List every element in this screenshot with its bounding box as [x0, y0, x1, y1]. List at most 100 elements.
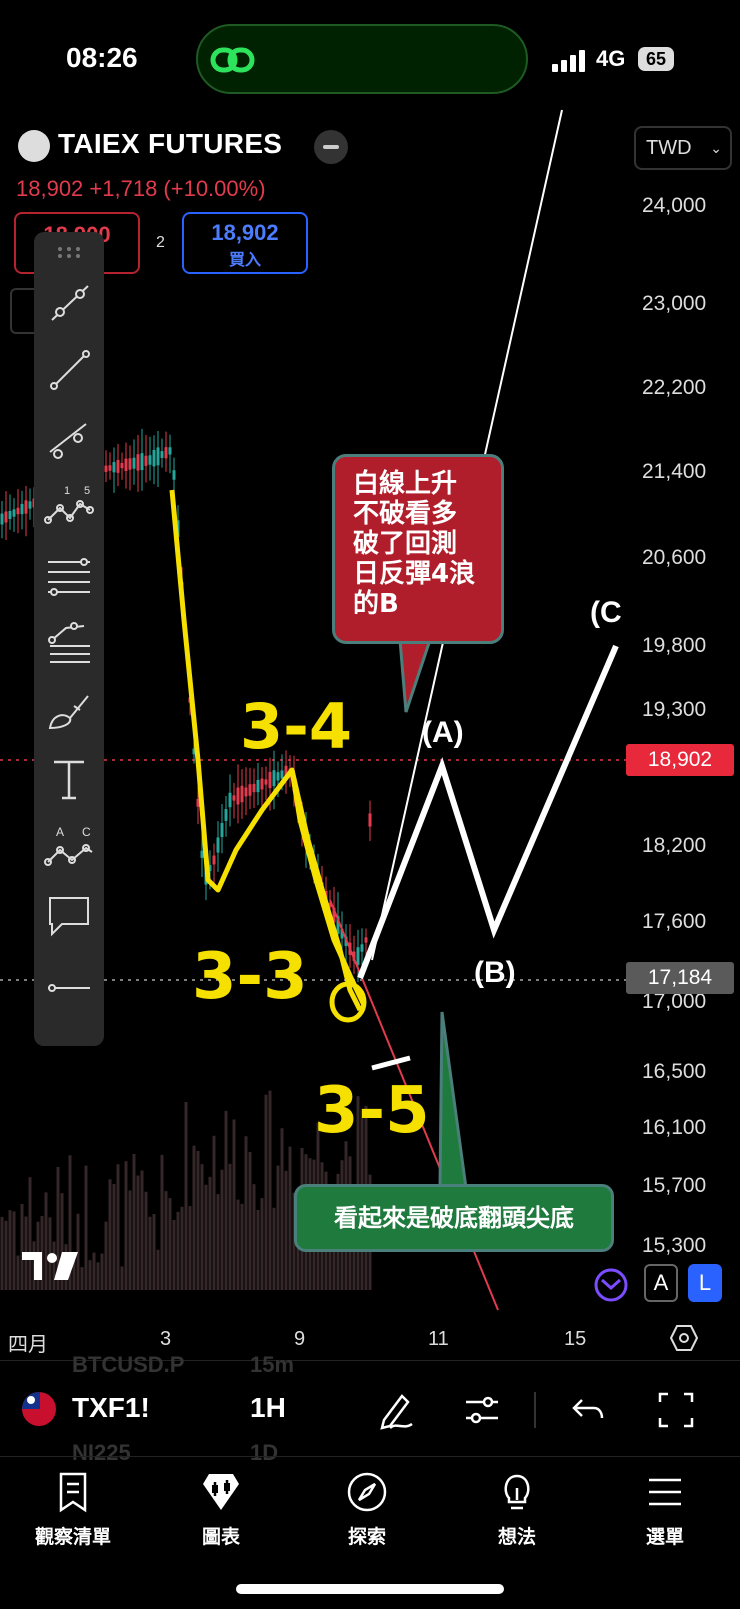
- trendline-tool-icon[interactable]: [44, 278, 94, 328]
- buy-button[interactable]: 18,902 買入: [182, 212, 308, 274]
- annotation-text: 白線上升 不破看多 破了回測 日反彈4浪 的B: [353, 469, 476, 619]
- symbol-name[interactable]: TAIEX FUTURES: [58, 128, 282, 160]
- compare-icon[interactable]: [594, 1268, 628, 1302]
- candle: [20, 503, 24, 515]
- currency-value: TWD: [646, 137, 692, 159]
- abc-projection: [357, 644, 619, 980]
- nav-explore[interactable]: 探索: [312, 1470, 422, 1549]
- candle: [144, 455, 148, 466]
- callout-tool-icon[interactable]: [44, 890, 94, 940]
- candle: [212, 855, 216, 865]
- abc-pattern-icon[interactable]: AC: [44, 822, 94, 872]
- nav-label: 想法: [497, 1526, 536, 1548]
- nav-ideas[interactable]: 想法: [462, 1470, 572, 1549]
- price-tick: 19,800: [642, 634, 707, 657]
- annotation-callout-green[interactable]: 看起來是破底翻頭尖底: [294, 1184, 614, 1252]
- green-bubble-tail: [438, 1011, 468, 1190]
- parallel-channel-icon[interactable]: [44, 414, 94, 464]
- fib-retracement-icon[interactable]: [44, 550, 94, 600]
- candle: [24, 500, 28, 514]
- candle: [276, 772, 280, 781]
- candle: [160, 451, 164, 458]
- svg-text:A: A: [56, 825, 64, 839]
- nav-watchlist[interactable]: 觀察清單: [18, 1470, 128, 1549]
- time-label: 3: [160, 1328, 172, 1350]
- order-panel-toggle[interactable]: [10, 288, 36, 334]
- candle: [28, 501, 32, 509]
- divider: [0, 1456, 740, 1457]
- fib-extension-icon[interactable]: [44, 618, 94, 668]
- drag-handle-icon[interactable]: [56, 246, 82, 258]
- watchlist-icon: [59, 1472, 87, 1513]
- chart-icon: [203, 1474, 239, 1510]
- time-label: 15: [564, 1328, 587, 1350]
- candle: [356, 947, 360, 965]
- price-tick: 19,300: [642, 698, 707, 721]
- fullscreen-icon[interactable]: [654, 1388, 698, 1432]
- candle: [244, 787, 248, 797]
- price-tick: 17,600: [642, 910, 707, 933]
- candle: [116, 459, 120, 473]
- brush-tool-icon[interactable]: [44, 686, 94, 736]
- candle: [8, 511, 12, 519]
- svg-text:5: 5: [84, 485, 90, 497]
- candle: [360, 944, 364, 952]
- horizontal-line-icon[interactable]: [44, 962, 94, 1012]
- interval-button[interactable]: 1H: [250, 1392, 286, 1424]
- drawing-toolbar: 15 AC: [34, 232, 104, 1046]
- marker-price-tag: 17,184: [626, 962, 734, 994]
- indicators-icon[interactable]: [460, 1388, 504, 1432]
- candle: [168, 447, 172, 455]
- abc-label-c: (C: [590, 596, 622, 629]
- candle: [148, 455, 152, 465]
- collapse-button[interactable]: [314, 130, 348, 164]
- nav-label: 觀察清單: [34, 1526, 111, 1548]
- time-label: 9: [294, 1328, 306, 1350]
- auto-scale-button[interactable]: A: [644, 1264, 678, 1302]
- nav-label: 選單: [645, 1526, 684, 1548]
- candle: [140, 453, 144, 471]
- candle: [224, 809, 228, 821]
- undo-icon[interactable]: [566, 1388, 610, 1432]
- candle: [264, 779, 268, 785]
- price-tick: 16,100: [642, 1116, 707, 1139]
- currency-select[interactable]: TWD ⌄: [634, 126, 732, 170]
- support-tick: [371, 1055, 411, 1071]
- menu-icon: [649, 1478, 681, 1506]
- candle: [256, 779, 260, 793]
- candle: [172, 470, 176, 480]
- candle: [164, 447, 168, 459]
- price-tick: 18,200: [642, 834, 707, 857]
- settings-icon[interactable]: [670, 1324, 698, 1352]
- abc-label-b: (B): [474, 956, 516, 989]
- nav-menu[interactable]: 選單: [610, 1470, 720, 1549]
- candle: [268, 771, 272, 789]
- price-tick: 21,400: [642, 460, 707, 483]
- price-tick: 15,300: [642, 1234, 707, 1257]
- wave-label-3-4: 3-4: [240, 690, 352, 763]
- candle: [152, 450, 156, 467]
- battery-icon: 65: [638, 47, 674, 71]
- ghost-interval: 1D: [250, 1440, 279, 1465]
- spread: 2: [156, 234, 165, 251]
- svg-text:1: 1: [64, 485, 70, 497]
- pen-icon[interactable]: [374, 1388, 418, 1432]
- nav-chart[interactable]: 圖表: [166, 1470, 276, 1549]
- price-tick: 23,000: [642, 292, 707, 315]
- price-tick: 22,200: [642, 376, 707, 399]
- annotation-callout-red[interactable]: 白線上升 不破看多 破了回測 日反彈4浪 的B: [332, 454, 504, 644]
- text-tool-icon[interactable]: [44, 754, 94, 804]
- candle: [132, 457, 136, 469]
- candle: [136, 454, 140, 471]
- candle: [236, 787, 240, 805]
- ray-tool-icon[interactable]: [44, 346, 94, 396]
- nav-label: 探索: [347, 1526, 386, 1548]
- signal-icon: [552, 50, 585, 72]
- lightbulb-icon: [504, 1474, 530, 1510]
- candle: [4, 511, 8, 523]
- elliott-wave-tool-icon[interactable]: 15: [44, 482, 94, 532]
- candle: [216, 837, 220, 853]
- last-price-tag: 18,902: [626, 744, 734, 776]
- symbol-search-button[interactable]: TXF1!: [72, 1392, 150, 1424]
- log-scale-button[interactable]: L: [688, 1264, 722, 1302]
